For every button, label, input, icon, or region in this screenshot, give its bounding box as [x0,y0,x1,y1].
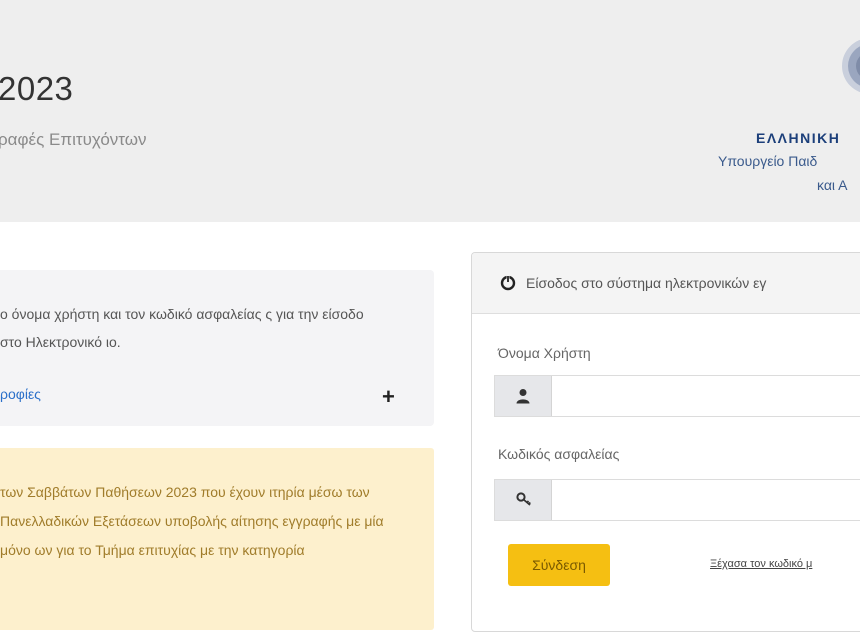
username-input[interactable] [552,376,860,416]
password-input[interactable] [552,480,860,520]
username-label: Όνομα Χρήστη [498,345,591,361]
notice-text: των Σαββάτων Παθήσεων 2023 που έχουν ιτη… [0,484,384,558]
login-button[interactable]: Σύνδεση [508,544,610,586]
key-icon [516,492,531,506]
login-header-text: Είσοδος στο σύστημα ηλεκτρονικών εγ [526,275,767,291]
ministry-name: ΕΛΛΗΝΙΚΗ [756,130,841,146]
plus-icon[interactable]: + [382,386,395,408]
info-text: ο όνομα χρήστη και τον κωδικό ασφαλείας … [0,306,364,350]
password-addon [495,480,552,520]
power-icon [500,275,516,291]
ministry-emblem-icon [842,39,860,93]
password-field [494,479,860,521]
user-icon [516,389,530,404]
ministry-subtitle: Υπουργείο Παιδ [718,153,818,169]
login-card-header: Είσοδος στο σύστημα ηλεκτρονικών εγ [472,253,860,314]
info-panel: ο όνομα χρήστη και τον κωδικό ασφαλείας … [0,270,434,426]
page-subtitle: ραφές Επιτυχόντων [0,130,147,149]
forgot-password-link[interactable]: Ξέχασα τον κωδικό μ [710,558,812,570]
notice-panel: των Σαββάτων Παθήσεων 2023 που έχουν ιτη… [0,448,434,630]
info-link[interactable]: ροφίες [0,386,41,402]
login-card: Είσοδος στο σύστημα ηλεκτρονικών εγ Όνομ… [471,252,860,632]
page-title: 2023 [0,70,74,107]
password-label: Κωδικός ασφαλείας [498,446,620,462]
ministry-subtitle-2: και Α [817,177,848,193]
username-addon [495,376,552,416]
page-header: 2023 ραφές Επιτυχόντων ΕΛΛΗΝΙΚΗ Υπουργεί… [0,0,860,222]
username-field [494,375,860,417]
